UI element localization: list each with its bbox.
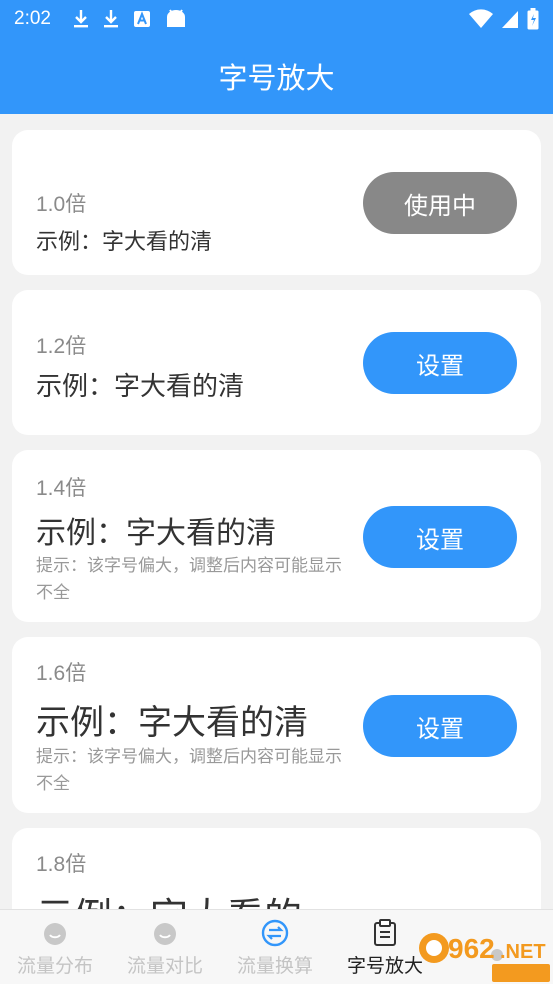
- hint-text: 提示：该字号偏大，调整后内容可能显示不全: [36, 556, 342, 603]
- download-icon: [103, 10, 118, 28]
- wifi-icon: [469, 9, 493, 28]
- status-bar: 2:02: [0, 0, 553, 38]
- a-icon: [133, 11, 150, 27]
- sample-text: 示例：字大看的清: [36, 516, 276, 551]
- tab-traffic-convert[interactable]: 流量换算: [220, 910, 330, 984]
- tab-label: 流量换算: [236, 955, 313, 977]
- drop-icon: [41, 919, 69, 947]
- font-option-card: 1.2倍 示例：字大看的清 设置: [12, 290, 541, 435]
- tab-traffic-distribution[interactable]: 流量分布: [0, 910, 110, 984]
- sample-text: 示例：字大看的清: [36, 372, 245, 402]
- watermark-logo: 962 .NET: [419, 933, 550, 982]
- multiplier-label: 1.8倍: [36, 853, 87, 876]
- font-option-card: 1.6倍 示例：字大看的清 提示：该字号偏大，调整后内容可能显示不全 设置: [12, 637, 541, 813]
- in-use-button[interactable]: 使用中: [363, 172, 517, 234]
- multiplier-label: 1.0倍: [36, 193, 87, 216]
- font-option-card: 1.4倍 示例：字大看的清 提示：该字号偏大，调整后内容可能显示不全 设置: [12, 450, 541, 622]
- set-button[interactable]: 设置: [363, 506, 517, 568]
- signal-icon: [502, 11, 518, 28]
- svg-text:.NET: .NET: [500, 941, 546, 963]
- hint-text: 提示：该字号偏大，调整后内容可能显示不全: [36, 747, 342, 794]
- download-icon: [73, 10, 88, 28]
- font-option-card: 1.8倍 示例：字大看的: [12, 828, 541, 909]
- clipboard-icon: [371, 919, 399, 947]
- exchange-icon: [261, 919, 289, 947]
- multiplier-label: 1.4倍: [36, 477, 87, 500]
- android-icon: [166, 9, 185, 27]
- multiplier-label: 1.6倍: [36, 662, 87, 685]
- sample-text: 示例：字大看的清: [36, 703, 308, 743]
- set-button[interactable]: 设置: [363, 332, 517, 394]
- svg-text:962: 962: [448, 933, 495, 964]
- app-bar: 字号放大: [0, 38, 553, 114]
- tab-label: 流量对比: [126, 955, 203, 977]
- sample-text: 示例：字大看的清: [36, 230, 213, 255]
- battery-icon: [527, 8, 539, 30]
- font-option-list[interactable]: 1.0倍 示例：字大看的清 使用中 1.2倍 示例：字大看的清 设置 1.4倍 …: [0, 114, 553, 909]
- tab-label: 流量分布: [16, 955, 93, 977]
- drop-icon: [151, 919, 179, 947]
- page-title: 字号放大: [218, 61, 335, 95]
- set-button[interactable]: 设置: [363, 695, 517, 757]
- tab-traffic-compare[interactable]: 流量对比: [110, 910, 220, 984]
- multiplier-label: 1.2倍: [36, 335, 87, 358]
- font-option-card: 1.0倍 示例：字大看的清 使用中: [12, 130, 541, 275]
- status-time: 2:02: [14, 8, 51, 29]
- sample-text: 示例：字大看的: [36, 886, 302, 909]
